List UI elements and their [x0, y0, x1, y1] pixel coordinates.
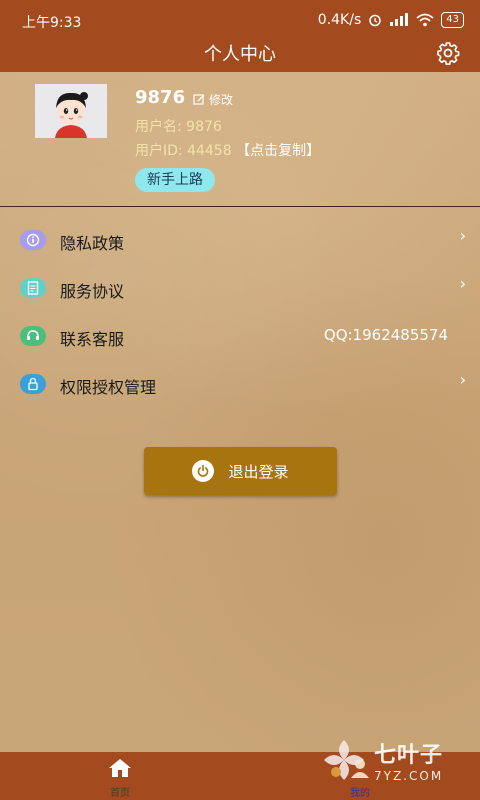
userid-label: 用户ID: 44458: [135, 143, 232, 159]
watermark-domain: 7YZ.COM: [374, 769, 444, 783]
userid-line: 用户ID: 44458 【点击复制】: [135, 140, 320, 160]
menu-label: 隐私政策: [60, 234, 125, 253]
menu-item-customer-service[interactable]: 联系客服 QQ:1962485574: [0, 314, 480, 362]
status-bar: 上午9:33 0.4K/s 43: [0, 0, 480, 40]
menu-label: 权限授权管理: [60, 378, 157, 397]
battery-indicator: 43: [441, 12, 464, 28]
alarm-icon: [369, 14, 382, 27]
home-icon: [109, 759, 131, 777]
signal-icon: [390, 13, 409, 26]
status-time: 上午9:33: [22, 15, 82, 31]
chevron-right-icon: ›: [459, 226, 466, 245]
lock-icon: [20, 374, 46, 394]
header: 上午9:33 0.4K/s 43 个人中心: [0, 0, 480, 72]
support-icon: [20, 326, 46, 346]
edit-profile-link[interactable]: 修改: [193, 91, 233, 108]
tab-home[interactable]: 首页: [90, 758, 150, 799]
tab-label: 首页: [110, 788, 130, 799]
privacy-icon: [20, 230, 46, 250]
qq-contact: QQ:1962485574: [323, 326, 448, 344]
divider: [0, 206, 480, 207]
username-line: 用户名: 9876: [135, 119, 222, 135]
menu-item-service-agreement[interactable]: 服务协议 ›: [0, 266, 480, 314]
menu-label: 联系客服: [60, 330, 125, 349]
watermark-logo: 七叶子 7YZ.COM: [320, 732, 466, 788]
leaf-logo-icon: [324, 740, 364, 780]
edit-icon: [193, 94, 205, 105]
logout-label: 退出登录: [228, 462, 289, 481]
status-right: 0.4K/s 43: [318, 12, 464, 28]
avatar[interactable]: [35, 84, 107, 138]
wifi-icon: [416, 13, 434, 27]
menu-item-permission-management[interactable]: 权限授权管理 ›: [0, 362, 480, 410]
edit-label: 修改: [209, 93, 234, 107]
menu-item-privacy-policy[interactable]: 隐私政策 ›: [0, 218, 480, 266]
profile-section: 9876 修改 用户名: 9876 用户ID: 44458 【点击复制】 新手上…: [0, 72, 480, 206]
watermark-brand: 七叶子: [374, 743, 444, 768]
level-badge: 新手上路: [135, 168, 215, 192]
copy-id-button[interactable]: 【点击复制】: [236, 143, 320, 159]
profile-name: 9876: [135, 87, 186, 108]
logout-button[interactable]: 退出登录: [144, 447, 337, 495]
document-icon: [20, 278, 46, 298]
power-icon: [192, 460, 215, 482]
network-speed: 0.4K/s: [317, 12, 362, 28]
gear-icon[interactable]: [436, 41, 460, 65]
chevron-right-icon: ›: [459, 274, 466, 293]
chevron-right-icon: ›: [459, 370, 466, 389]
menu-label: 服务协议: [60, 282, 125, 301]
page-title: 个人中心: [204, 44, 276, 65]
avatar-image: [35, 84, 107, 138]
